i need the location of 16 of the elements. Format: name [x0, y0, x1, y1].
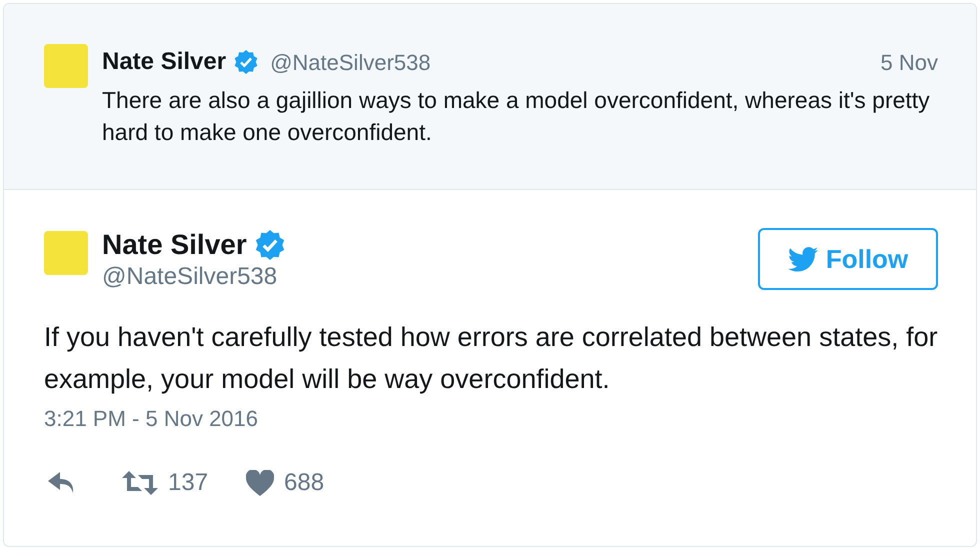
author-handle: @NateSilver538	[270, 48, 431, 76]
author-handle: @NateSilver538	[102, 262, 278, 292]
tweet-date: 5 Nov	[880, 48, 938, 76]
follow-button[interactable]: Follow	[758, 228, 938, 290]
avatar-picture	[44, 231, 88, 275]
retweet-icon[interactable]	[122, 471, 158, 495]
tweet-text: There are also a gajillion ways to make a model overconfident, whereas it's pretty hard to make one overconfident.	[102, 86, 931, 147]
author-name: Nate Silver	[102, 47, 226, 77]
author-name: Nate Silver	[102, 228, 247, 262]
tweet-timestamp: 3:21 PM - 5 Nov 2016	[44, 405, 260, 433]
bird-icon	[788, 246, 818, 272]
heart-icon[interactable]	[246, 470, 274, 496]
tweet-text: If you haven't carefully tested how errors are correlated between states, for example, your model will be way overconfident.	[44, 321, 938, 396]
avatar-picture	[44, 44, 88, 88]
like-count: 688	[284, 468, 324, 498]
retweet-count: 137	[168, 468, 208, 498]
